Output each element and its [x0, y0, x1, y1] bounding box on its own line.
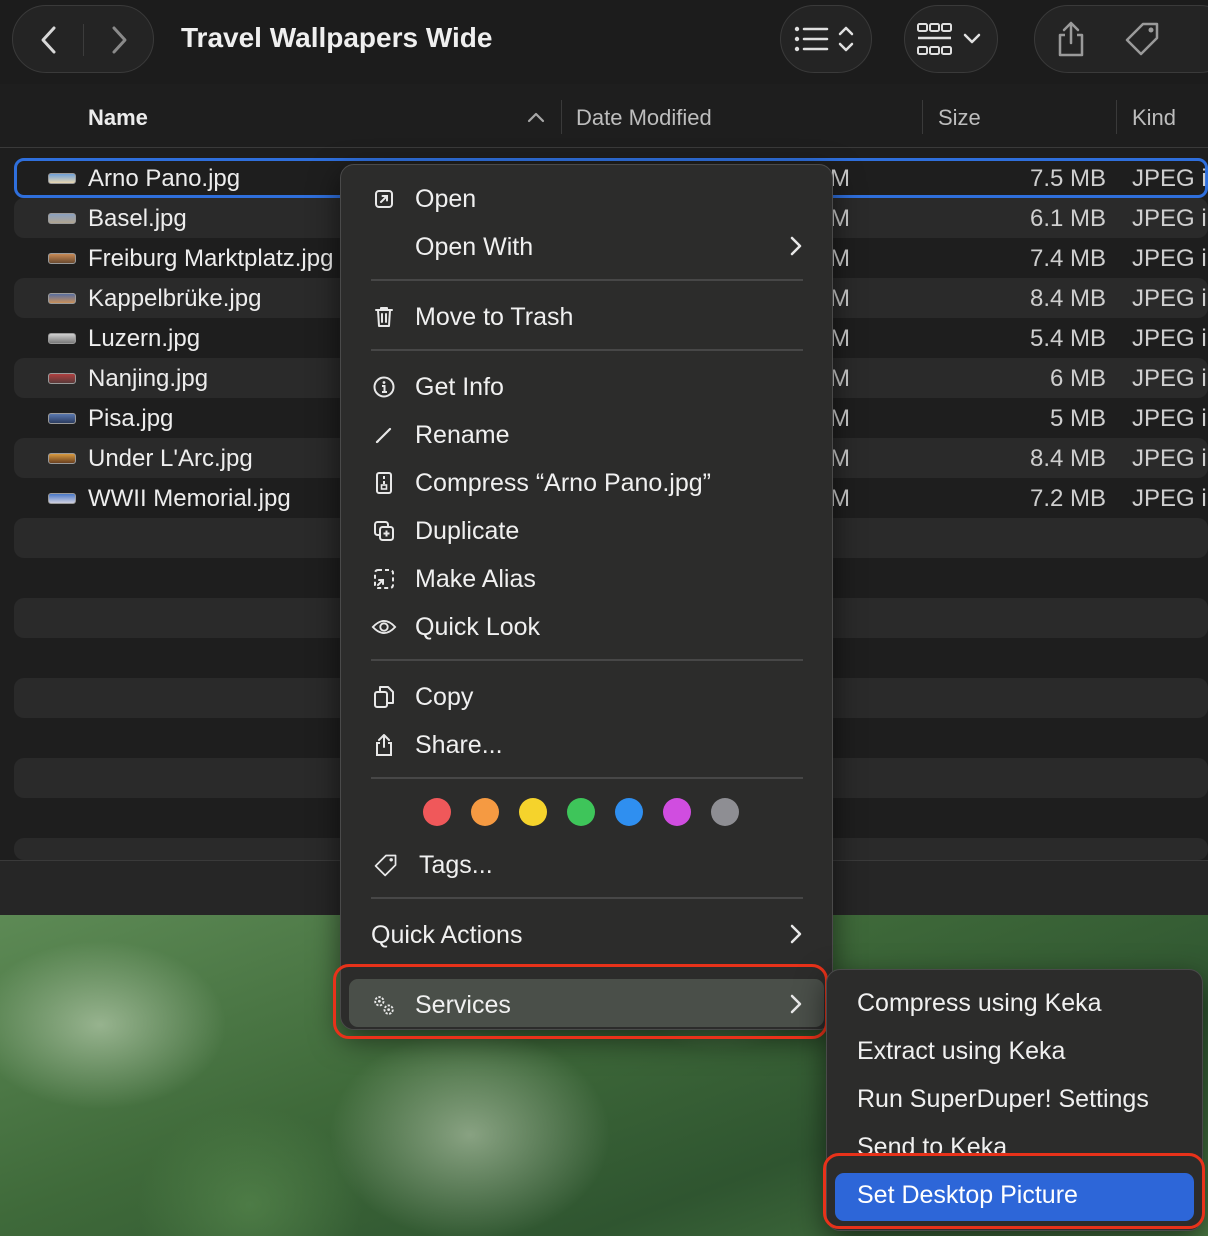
context-menu: Open Open With Move to Trash Get Info Re…: [340, 164, 833, 1030]
image-thumbnail-icon: [48, 413, 76, 424]
image-thumbnail-icon: [48, 333, 76, 344]
toolbar: Travel Wallpapers Wide: [0, 0, 1208, 84]
tag-button[interactable]: [1123, 20, 1163, 58]
chevron-right-icon: [112, 26, 127, 54]
column-kind[interactable]: Kind: [1132, 105, 1176, 131]
share-icon: [371, 732, 397, 758]
menu-item-rename[interactable]: Rename: [341, 412, 832, 456]
navigation-buttons: [12, 5, 154, 73]
menu-item-get-info[interactable]: Get Info: [341, 364, 832, 408]
image-thumbnail-icon: [48, 453, 76, 464]
duplicate-icon: [371, 518, 397, 544]
window-title: Travel Wallpapers Wide: [181, 22, 493, 53]
menu-item-open-with[interactable]: Open With: [341, 224, 832, 268]
sort-ascending-icon: [527, 112, 545, 123]
column-name[interactable]: Name: [88, 105, 148, 131]
column-date-modified[interactable]: Date Modified: [576, 105, 712, 131]
services-annotation-box: [333, 964, 828, 1039]
chevron-right-icon: [790, 924, 802, 944]
pencil-icon: [371, 422, 397, 448]
info-icon: [371, 374, 397, 400]
tag-color-purple[interactable]: [663, 798, 691, 826]
tag-icon: [373, 852, 399, 878]
column-header: Name Date Modified Size Kind: [0, 86, 1208, 148]
tag-icon: [1125, 22, 1159, 56]
trash-icon: [371, 304, 397, 330]
alias-icon: [371, 566, 397, 592]
image-thumbnail-icon: [48, 493, 76, 504]
tag-color-row: [423, 798, 739, 826]
set-desktop-picture-annotation-box: [823, 1153, 1205, 1229]
image-thumbnail-icon: [48, 253, 76, 264]
menu-item-duplicate[interactable]: Duplicate: [341, 508, 832, 552]
service-run-superduper-settings[interactable]: Run SuperDuper! Settings: [857, 1085, 1149, 1114]
open-icon: [371, 186, 397, 212]
menu-item-move-to-trash[interactable]: Move to Trash: [341, 294, 832, 338]
tag-color-gray[interactable]: [711, 798, 739, 826]
tag-color-orange[interactable]: [471, 798, 499, 826]
service-extract-using-keka[interactable]: Extract using Keka: [857, 1037, 1065, 1066]
menu-item-tags[interactable]: Tags...: [341, 842, 832, 886]
share-tag-group: [1034, 5, 1208, 73]
tag-color-green[interactable]: [567, 798, 595, 826]
tag-color-yellow[interactable]: [519, 798, 547, 826]
image-thumbnail-icon: [48, 213, 76, 224]
chevron-right-icon: [790, 236, 802, 256]
image-thumbnail-icon: [48, 293, 76, 304]
list-view-icon: [794, 26, 854, 52]
chevron-left-icon: [41, 26, 56, 54]
column-size[interactable]: Size: [938, 105, 981, 131]
menu-item-compress[interactable]: Compress “Arno Pano.jpg”: [341, 460, 832, 504]
image-thumbnail-icon: [48, 173, 76, 184]
menu-item-copy[interactable]: Copy: [341, 674, 832, 718]
menu-item-quick-actions[interactable]: Quick Actions: [341, 912, 832, 956]
forward-button[interactable]: [99, 20, 139, 60]
share-icon: [1058, 21, 1084, 57]
tag-color-blue[interactable]: [615, 798, 643, 826]
archive-icon: [371, 470, 397, 496]
share-button[interactable]: [1055, 20, 1087, 58]
tag-color-red[interactable]: [423, 798, 451, 826]
grid-group-icon: [917, 23, 981, 55]
menu-item-make-alias[interactable]: Make Alias: [341, 556, 832, 600]
menu-item-quick-look[interactable]: Quick Look: [341, 604, 832, 648]
image-thumbnail-icon: [48, 373, 76, 384]
service-compress-using-keka[interactable]: Compress using Keka: [857, 989, 1102, 1018]
group-button[interactable]: [904, 5, 998, 73]
menu-item-share[interactable]: Share...: [341, 722, 832, 766]
eye-icon: [371, 614, 397, 640]
back-button[interactable]: [29, 20, 69, 60]
view-options-button[interactable]: [780, 5, 872, 73]
menu-item-open[interactable]: Open: [341, 176, 832, 220]
copy-icon: [371, 684, 397, 710]
